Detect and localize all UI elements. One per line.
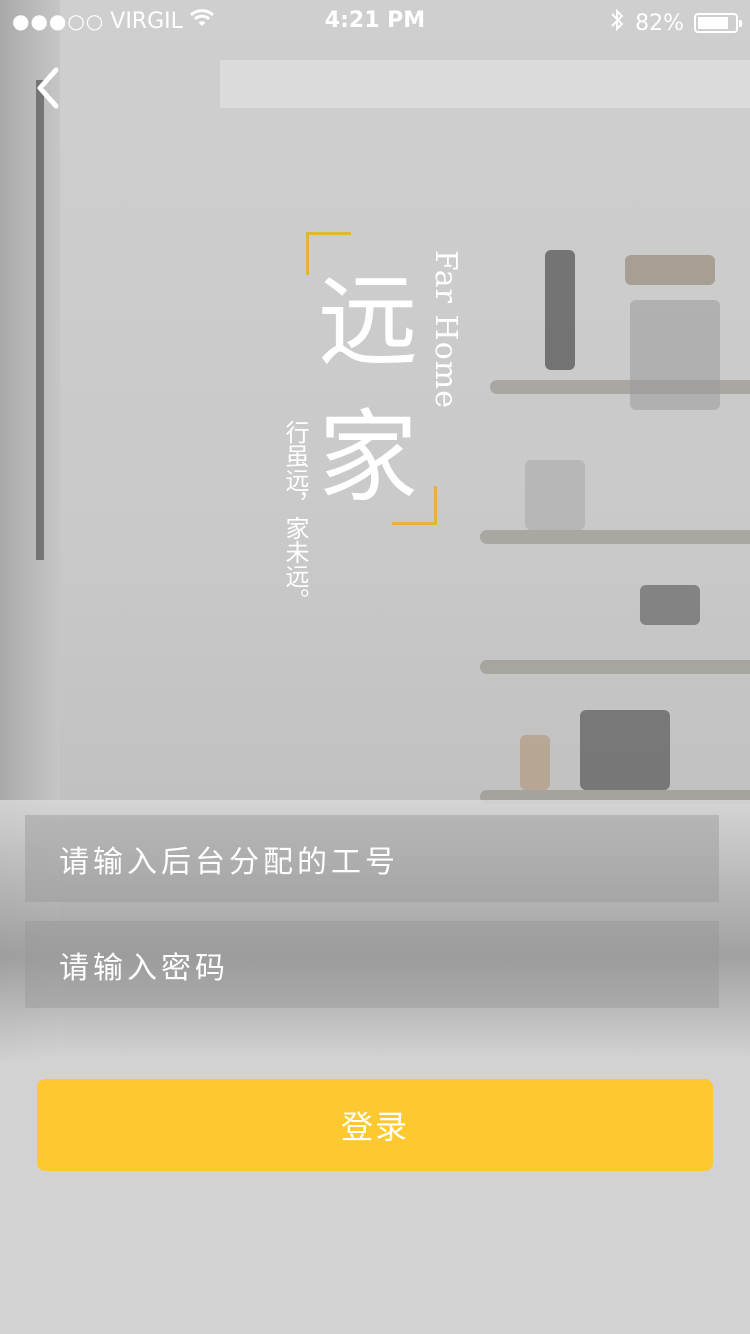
battery-percent: 82% bbox=[635, 10, 684, 36]
logo-bracket-bottom-right bbox=[392, 486, 437, 525]
logo-english-name: Far Home bbox=[428, 250, 463, 409]
bluetooth-icon bbox=[609, 8, 625, 38]
chevron-left-icon bbox=[28, 67, 68, 120]
status-right: 82% bbox=[609, 8, 742, 38]
far-home-logo: 远 家 Far Home 行虽远，家未远。 bbox=[281, 230, 470, 650]
logo-char-yuan: 远 bbox=[318, 263, 418, 380]
password-input[interactable]: 请输入密码 bbox=[25, 921, 719, 1008]
battery-icon bbox=[694, 13, 742, 33]
password-placeholder: 请输入密码 bbox=[59, 950, 229, 986]
employee-id-placeholder: 请输入后台分配的工号 bbox=[59, 844, 399, 880]
status-bar: ●●●○○ VIRGIL 4:21 PM 82% bbox=[0, 0, 750, 40]
logo-slogan: 行虽远，家未远。 bbox=[281, 420, 309, 612]
employee-id-input[interactable]: 请输入后台分配的工号 bbox=[25, 815, 719, 902]
back-button[interactable] bbox=[28, 60, 78, 116]
login-button[interactable]: 登录 bbox=[37, 1079, 713, 1171]
